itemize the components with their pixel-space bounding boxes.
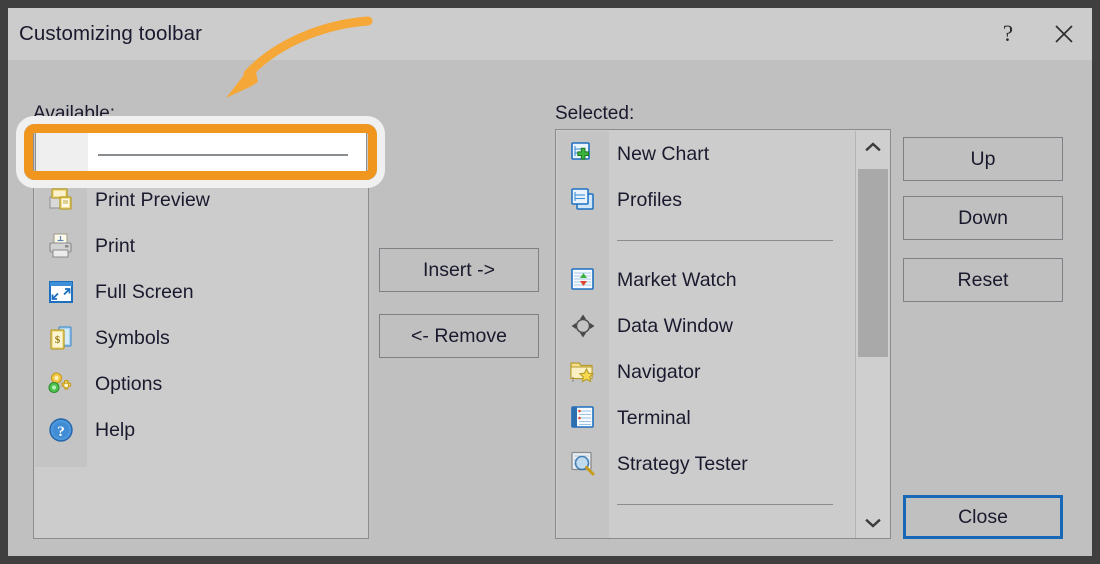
available-list-items: Print Preview Print Full Screen $ Symbol… <box>35 131 367 453</box>
list-item[interactable] <box>35 131 367 177</box>
selected-list-items: New Chart Profiles Market Watch Data Win… <box>557 131 855 537</box>
list-item[interactable]: Data Window <box>557 303 855 349</box>
separator-line <box>617 504 833 505</box>
svg-text:$: $ <box>55 334 61 346</box>
list-item[interactable]: Full Screen <box>35 269 367 315</box>
strategy-tester-icon <box>557 441 609 487</box>
separator-line <box>617 240 833 241</box>
full-screen-icon <box>35 269 87 315</box>
list-item-label: Terminal <box>617 406 691 429</box>
list-item[interactable]: $ Symbols <box>35 315 367 361</box>
options-gear-icon <box>35 361 87 407</box>
move-up-button[interactable]: Up <box>903 137 1063 181</box>
titlebar-button-group: ? <box>980 8 1092 60</box>
list-item-label: Navigator <box>617 360 701 383</box>
blank-placeholder-icon <box>36 131 88 177</box>
list-item-label: Data Window <box>617 314 733 337</box>
list-item-label: Strategy Tester <box>617 452 748 475</box>
selected-label: Selected: <box>555 103 635 124</box>
chevron-up-icon <box>865 142 881 152</box>
list-item-label: Profiles <box>617 188 683 211</box>
list-item[interactable]: Terminal <box>557 395 855 441</box>
list-item-label: Print Preview <box>95 188 210 211</box>
list-item[interactable]: Market Watch <box>557 257 855 303</box>
svg-text:?: ? <box>57 424 65 440</box>
list-item[interactable]: Print <box>35 223 367 269</box>
close-x-icon <box>1055 25 1073 43</box>
scrollbar-thumb[interactable] <box>858 169 888 357</box>
list-item[interactable]: New Chart <box>557 131 855 177</box>
list-item[interactable]: Profiles <box>557 177 855 223</box>
dialog-title: Customizing toolbar <box>19 22 203 45</box>
data-window-crosshair-icon <box>557 303 609 349</box>
partial-toolbar-icon <box>557 521 609 537</box>
move-down-button[interactable]: Down <box>903 196 1063 240</box>
help-button[interactable]: ? <box>980 8 1036 60</box>
selected-list-panel[interactable]: New Chart Profiles Market Watch Data Win… <box>555 129 891 539</box>
list-item-label: New Chart <box>617 142 710 165</box>
close-window-button[interactable] <box>1036 8 1092 60</box>
help-circle-icon: ? <box>35 407 87 453</box>
list-item-label: Print <box>95 234 136 257</box>
reset-button[interactable]: Reset <box>903 258 1063 302</box>
symbols-icon: $ <box>35 315 87 361</box>
insert-button[interactable]: Insert -> <box>379 248 539 292</box>
chevron-down-icon <box>865 518 881 528</box>
navigator-folder-star-icon <box>557 349 609 395</box>
available-label: Available: <box>33 103 116 124</box>
list-separator <box>557 223 855 257</box>
print-icon <box>35 223 87 269</box>
list-item[interactable]: Options <box>35 361 367 407</box>
print-preview-icon <box>35 177 87 223</box>
list-item-label: Market Watch <box>617 268 737 291</box>
scroll-down-button[interactable] <box>856 507 890 538</box>
terminal-icon <box>557 395 609 441</box>
scroll-up-button[interactable] <box>856 131 890 163</box>
list-item[interactable]: Navigator <box>557 349 855 395</box>
dialog-body: Available: Selected: Print Preview Print… <box>8 60 1092 556</box>
remove-button[interactable]: <- Remove <box>379 314 539 358</box>
list-item[interactable]: Strategy Tester <box>557 441 855 487</box>
new-chart-icon <box>557 131 609 177</box>
profiles-icon <box>557 177 609 223</box>
customizing-toolbar-dialog: Customizing toolbar ? Available: Selecte… <box>0 0 1100 564</box>
list-item[interactable]: Print Preview <box>35 177 367 223</box>
separator-line <box>98 154 348 156</box>
list-item[interactable]: ? Help <box>35 407 367 453</box>
selected-list-scrollbar[interactable] <box>855 131 890 538</box>
list-item[interactable] <box>557 521 855 537</box>
list-item-label: Options <box>95 372 163 395</box>
list-item-label: Symbols <box>95 326 170 349</box>
market-watch-icon <box>557 257 609 303</box>
dialog-titlebar: Customizing toolbar ? <box>8 8 1092 60</box>
list-item-label: Help <box>95 418 136 441</box>
close-button[interactable]: Close <box>903 495 1063 539</box>
list-item-label: Full Screen <box>95 280 194 303</box>
available-list-panel[interactable]: Print Preview Print Full Screen $ Symbol… <box>33 129 369 539</box>
list-separator <box>557 487 855 521</box>
